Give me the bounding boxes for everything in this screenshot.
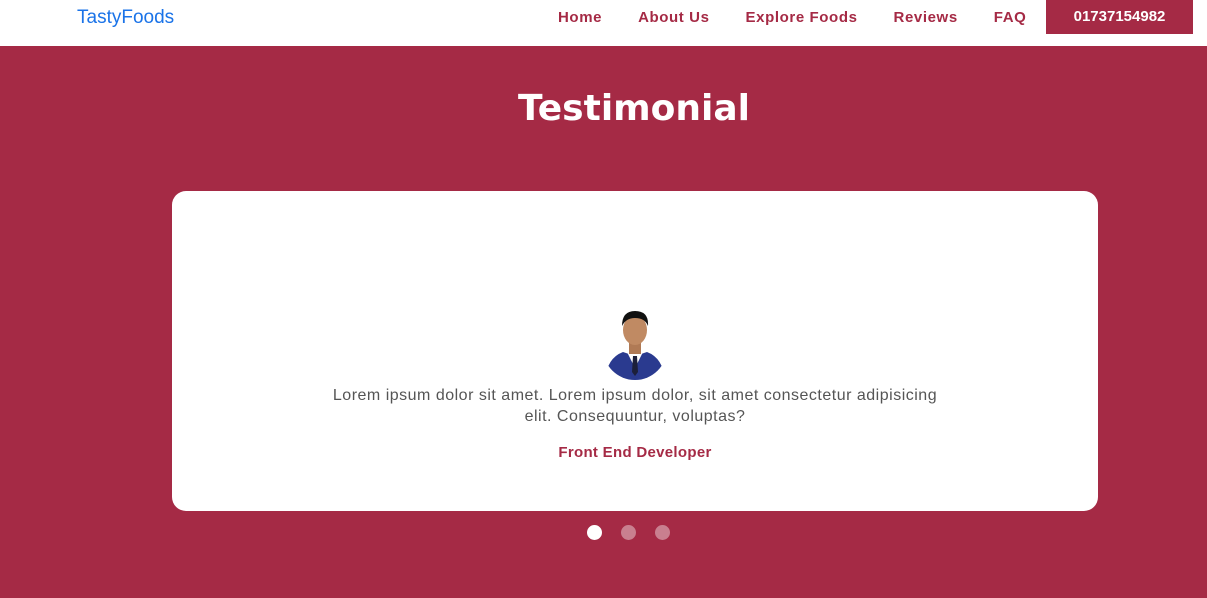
nav-link-faq[interactable]: FAQ — [976, 0, 1045, 36]
phone-button[interactable]: 01737154982 — [1046, 0, 1193, 34]
nav-link-explore-foods[interactable]: Explore Foods — [728, 0, 876, 36]
nav-link-home[interactable]: Home — [540, 0, 620, 36]
avatar — [603, 306, 667, 380]
nav-links: Home About Us Explore Foods Reviews FAQ — [540, 0, 1044, 36]
carousel-dot-1[interactable] — [587, 525, 602, 540]
carousel-dot-2[interactable] — [621, 525, 636, 540]
testimonial-quote: Lorem ipsum dolor sit amet. Lorem ipsum … — [332, 387, 938, 425]
carousel-dot-3[interactable] — [655, 525, 670, 540]
testimonial-role: Front End Developer — [558, 444, 712, 461]
nav-link-reviews[interactable]: Reviews — [876, 0, 976, 36]
navbar: TastyFoods Home About Us Explore Foods R… — [0, 0, 1207, 46]
section-title: Testimonial — [517, 88, 750, 129]
carousel-indicators — [587, 525, 689, 540]
testimonial-card: Lorem ipsum dolor sit amet. Lorem ipsum … — [172, 191, 1098, 511]
person-avatar-icon — [603, 306, 667, 380]
brand-logo[interactable]: TastyFoods — [77, 7, 174, 29]
nav-link-about-us[interactable]: About Us — [620, 0, 727, 36]
